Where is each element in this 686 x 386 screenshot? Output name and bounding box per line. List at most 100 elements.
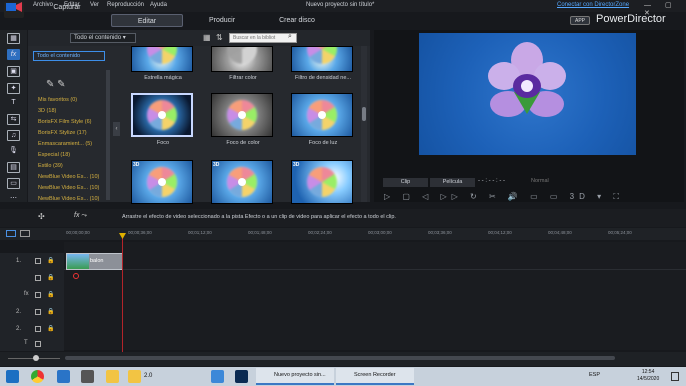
effect-image <box>211 93 273 137</box>
tab-clip[interactable]: Clip <box>383 178 428 187</box>
app-badge[interactable]: APP <box>570 16 590 25</box>
photos-icon[interactable] <box>211 370 224 383</box>
effect-thumbnail[interactable]: Estrella mágica <box>131 46 195 81</box>
library-scroll-thumb[interactable] <box>362 107 366 121</box>
track-header: 2. 🔒 <box>0 304 64 321</box>
track-enable-checkbox[interactable] <box>35 275 41 281</box>
effect-thumbnail[interactable]: Foco de luz <box>291 93 355 146</box>
brand-name: PowerDirector <box>596 13 666 25</box>
effect-thumbnail-foco[interactable]: Foco <box>131 93 195 146</box>
voice-over-icon[interactable]: 🎙 <box>7 146 20 157</box>
sort-icon[interactable]: ⇅ <box>216 33 225 42</box>
media-room-icon[interactable]: ▦ <box>7 33 20 44</box>
fx-room-icon[interactable]: fx <box>7 49 20 60</box>
zoom-slider-knob[interactable] <box>33 355 39 361</box>
effect-thumbnail[interactable]: 3D <box>131 160 195 204</box>
track-enable-checkbox[interactable] <box>35 341 41 347</box>
ruler-tick: 00;01;12;00 <box>188 230 212 235</box>
effect-image <box>131 93 193 137</box>
effect-thumbnail[interactable]: 3D <box>291 160 355 204</box>
effect-thumbnail[interactable]: 3D <box>211 160 275 204</box>
effect-image <box>291 46 353 72</box>
track-enable-checkbox[interactable] <box>35 326 41 332</box>
effect-image <box>211 46 273 72</box>
taskbar-clock[interactable]: 12:54 14/5/2020 <box>637 369 659 383</box>
category-item[interactable]: NewBlue Video Es... (10) <box>38 174 99 180</box>
document-title: Nuevo proyecto sin título* <box>306 2 375 8</box>
playback-controls[interactable]: ▷ ▢ ◁ ▷▷ ↻ ✂ 🔊 ▭ ▭ 3D ▾ ⛶ <box>384 192 624 202</box>
track-header: 🔒 <box>0 270 64 287</box>
storyboard-view-icon[interactable] <box>20 230 30 237</box>
ruler-tick: 00;01;48;00 <box>248 230 272 235</box>
tab-producir[interactable]: Producir <box>186 14 258 27</box>
effect-thumbnail[interactable]: Foco de color <box>211 93 275 146</box>
taskbar-powerdirector[interactable]: Nuevo proyecto sin... <box>256 368 334 385</box>
favorite-fx-icons[interactable]: ✎ ✎ <box>46 79 66 90</box>
more-rooms-icon[interactable]: ⋯ <box>7 194 20 202</box>
tab-pelicula[interactable]: Película <box>430 178 475 187</box>
category-selected[interactable]: Todo el contenido <box>33 51 105 61</box>
category-item[interactable]: Mis favoritos (0) <box>38 97 77 103</box>
category-scrollbar[interactable] <box>106 70 110 200</box>
category-item[interactable]: BorisFX Film Style (6) <box>38 119 91 125</box>
collapse-panel-icon[interactable]: ‹ <box>113 122 120 136</box>
content-filter-select[interactable]: Todo el contenido ▾ <box>70 33 136 43</box>
category-item[interactable]: 3D (18) <box>38 108 56 114</box>
effect-thumbnail[interactable]: Filtrar color <box>211 46 275 81</box>
menu-ayuda[interactable]: Ayuda <box>150 2 167 8</box>
search-input[interactable] <box>229 33 297 43</box>
category-item[interactable]: NewBlue Video Es... (10) <box>38 185 99 191</box>
quality-select[interactable]: Normal <box>531 178 549 184</box>
edge-icon[interactable] <box>57 370 70 383</box>
taskbar-screen-recorder[interactable]: Screen Recorder <box>336 368 414 385</box>
lock-icon[interactable]: 🔒 <box>47 325 54 332</box>
tray-language[interactable]: ESP <box>589 372 600 378</box>
photoshop-icon[interactable] <box>235 370 248 383</box>
category-item[interactable]: NewBlue Video Es... (10) <box>38 196 99 202</box>
audio-mixing-icon[interactable]: ♫ <box>7 130 20 141</box>
track-view-icon[interactable] <box>6 230 16 237</box>
chapter-room-icon[interactable]: ▤ <box>7 162 20 173</box>
badge-3d: 3D <box>213 162 220 168</box>
search-icon[interactable]: ⌕ <box>288 33 292 41</box>
category-item[interactable]: Enmascaramient... (5) <box>38 141 92 147</box>
time-ruler[interactable] <box>0 228 686 240</box>
magic-tools-icon[interactable]: ✣ <box>38 212 45 221</box>
menu-reproduccion[interactable]: Reproducción <box>107 2 144 8</box>
effect-label: Foco de luz <box>308 140 338 146</box>
track-header: fx 🔒 <box>0 287 64 304</box>
notifications-icon[interactable] <box>671 372 679 381</box>
pip-room-icon[interactable]: ▣ <box>7 66 20 77</box>
start-icon[interactable] <box>6 370 19 383</box>
tab-editar[interactable]: Editar <box>111 14 183 27</box>
category-item[interactable]: BorisFX Stylize (17) <box>38 130 87 136</box>
lock-icon[interactable]: 🔒 <box>47 291 54 298</box>
category-item[interactable]: Especial (18) <box>38 152 70 158</box>
track-enable-checkbox[interactable] <box>35 292 41 298</box>
lock-icon[interactable]: 🔒 <box>47 274 54 281</box>
category-item[interactable]: Estilo (39) <box>38 163 63 169</box>
explorer-icon[interactable] <box>106 370 119 383</box>
timeline-scrollbar[interactable] <box>65 356 615 360</box>
track-enable-checkbox[interactable] <box>35 309 41 315</box>
effect-thumbnail[interactable]: Filtro de densidad ne... <box>291 46 355 81</box>
tab-crear-disco[interactable]: Crear disco <box>261 14 333 27</box>
fx-tools-icon[interactable]: fx ⤳ <box>74 212 87 220</box>
transition-room-icon[interactable]: ⇆ <box>7 114 20 125</box>
chrome-icon[interactable] <box>31 370 44 383</box>
effect-label: Filtro de densidad ne... <box>295 75 351 81</box>
ruler-tick: 00;03;00;00 <box>368 230 392 235</box>
store-icon[interactable] <box>81 370 94 383</box>
directorzone-link[interactable]: Conectar con DirectorZone <box>557 2 629 8</box>
particle-room-icon[interactable]: ✦ <box>7 83 20 94</box>
track-enable-checkbox[interactable] <box>35 258 41 264</box>
library-scrollbar[interactable] <box>361 46 367 202</box>
lock-icon[interactable]: 🔒 <box>47 308 54 315</box>
lock-icon[interactable]: 🔒 <box>47 257 54 264</box>
title-room-icon[interactable]: T <box>7 98 20 109</box>
tab-capturar[interactable]: Capturar <box>31 1 103 14</box>
folder-icon[interactable] <box>128 370 141 383</box>
grid-view-icon[interactable]: ▦ <box>203 33 212 42</box>
taskbar-app-label[interactable]: 2.0 <box>144 373 152 379</box>
subtitle-room-icon[interactable]: ▭ <box>7 178 20 189</box>
